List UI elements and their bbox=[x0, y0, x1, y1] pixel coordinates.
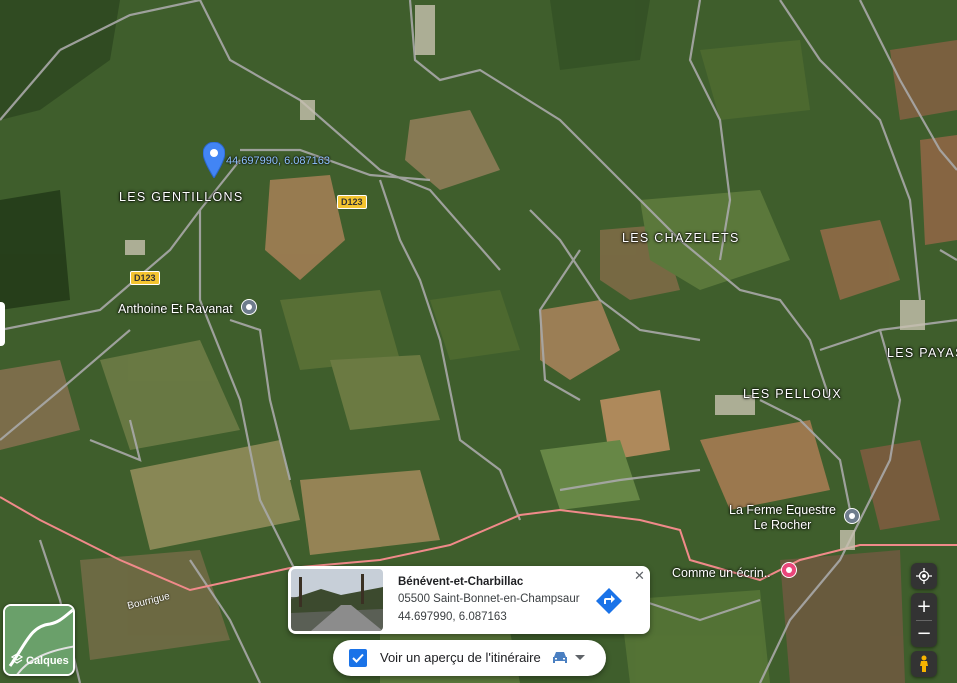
road-shield-d123: D123 bbox=[130, 271, 160, 285]
chevron-down-icon[interactable] bbox=[575, 655, 585, 660]
my-location-button[interactable] bbox=[911, 563, 937, 589]
road-shield-d123: D123 bbox=[337, 195, 367, 209]
poi-pin-icon[interactable] bbox=[241, 299, 257, 315]
place-label-gentillons: LES GENTILLONS bbox=[119, 190, 244, 204]
location-pin-icon[interactable] bbox=[203, 142, 225, 178]
route-preview-label: Voir un aperçu de l'itinéraire bbox=[380, 650, 541, 665]
route-preview-checkbox[interactable] bbox=[349, 649, 367, 667]
poi-label-ecrin[interactable]: Comme un écrin.. bbox=[672, 566, 771, 580]
crosshair-icon bbox=[916, 568, 932, 584]
layers-button[interactable]: Calques bbox=[3, 604, 75, 676]
poi-label-ferme-equestre[interactable]: La Ferme Equestre Le Rocher bbox=[729, 503, 836, 533]
street-view-thumbnail[interactable] bbox=[291, 569, 383, 631]
card-coords: 44.697990, 6.087163 bbox=[398, 611, 507, 623]
check-icon bbox=[352, 653, 364, 663]
close-icon[interactable]: ✕ bbox=[634, 568, 645, 584]
poi-label-ferme-line2: Le Rocher bbox=[753, 518, 812, 532]
poi-label-antoine[interactable]: Anthoine Et Ravanat bbox=[118, 302, 233, 316]
directions-icon[interactable] bbox=[594, 586, 624, 616]
pegman-icon bbox=[920, 655, 928, 672]
side-panel-toggle[interactable] bbox=[0, 302, 5, 346]
zoom-out-button[interactable]: − bbox=[911, 621, 937, 648]
place-label-chazelets: LES CHAZELETS bbox=[622, 231, 740, 245]
zoom-in-button[interactable]: + bbox=[911, 593, 937, 620]
marker-coords-label: 44.697990, 6.087163 bbox=[226, 155, 330, 167]
layers-label: Calques bbox=[10, 653, 69, 668]
hotel-pin-icon[interactable] bbox=[781, 562, 797, 578]
card-title: Bénévent-et-Charbillac bbox=[398, 576, 524, 588]
place-info-card[interactable]: Bénévent-et-Charbillac 05500 Saint-Bonne… bbox=[288, 566, 650, 634]
poi-label-ferme-line1: La Ferme Equestre bbox=[729, 503, 836, 517]
route-preview-bar[interactable]: Voir un aperçu de l'itinéraire bbox=[333, 640, 606, 676]
zoom-control: + − bbox=[911, 593, 937, 647]
car-icon[interactable] bbox=[551, 650, 569, 666]
poi-pin-icon[interactable] bbox=[844, 508, 860, 524]
place-label-pelloux: LES PELLOUX bbox=[743, 387, 843, 401]
place-label-payas: LES PAYAS bbox=[887, 346, 957, 360]
layers-stack-icon bbox=[10, 653, 24, 668]
card-address: 05500 Saint-Bonnet-en-Champsaur bbox=[398, 593, 580, 605]
street-view-pegman-button[interactable] bbox=[911, 651, 937, 677]
